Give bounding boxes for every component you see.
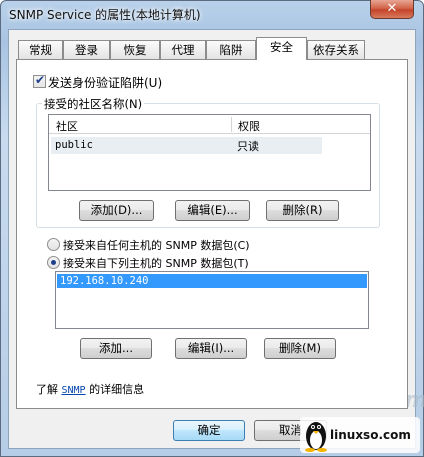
snmp-help-link[interactable]: SNMP (62, 385, 86, 396)
logo-text: linuxso.com (330, 428, 411, 442)
edit-host-button[interactable]: 编辑(I)... (175, 338, 247, 359)
tab-security[interactable]: 安全 (256, 37, 307, 60)
tab-traps[interactable]: 陷阱 (206, 40, 256, 59)
radio-selected-dot (51, 260, 56, 265)
community-cell: public (55, 139, 93, 151)
edit-community-button[interactable]: 编辑(E)... (175, 200, 250, 221)
column-header-rights[interactable]: 权限 (238, 118, 260, 134)
accept-list-host-radio[interactable] (47, 256, 60, 269)
tux-penguin-icon (305, 422, 327, 452)
rights-cell: 只读 (237, 140, 259, 153)
add-host-button[interactable]: 添加... (80, 338, 152, 359)
learn-prefix: 了解 (36, 383, 62, 396)
send-trap-label[interactable]: 发送身份验证陷阱(U) (48, 74, 162, 91)
column-header-community[interactable]: 社区 (56, 118, 78, 134)
remove-community-button[interactable]: 删除(R) (266, 200, 339, 221)
tab-logon[interactable]: 登录 (63, 40, 110, 59)
add-community-button[interactable]: 添加(D)... (79, 200, 154, 221)
list-item[interactable]: 192.168.10.240 (57, 274, 367, 288)
tab-general[interactable]: 常规 (18, 40, 63, 59)
accept-any-host-label[interactable]: 接受来自任何主机的 SNMP 数据包(C) (63, 237, 250, 253)
host-listbox[interactable]: 192.168.10.240 (55, 271, 369, 329)
community-list-header (49, 115, 370, 134)
close-button[interactable]: ✕ (370, 0, 414, 19)
remove-host-button[interactable]: 删除(M) (264, 338, 336, 359)
community-listview[interactable]: 社区 权限 public 只读 (48, 114, 371, 191)
accept-list-host-label[interactable]: 接受来自下列主机的 SNMP 数据包(T) (63, 255, 249, 271)
checkmark-icon: ✔ (35, 73, 46, 87)
table-row[interactable]: public 只读 (51, 137, 322, 154)
send-trap-checkbox[interactable]: ✔ (33, 73, 46, 88)
learn-suffix: 的详细信息 (85, 383, 145, 396)
tab-dependencies[interactable]: 依存关系 (307, 40, 365, 59)
community-group-label: 接受的社区名称(N) (42, 96, 145, 112)
tab-agent[interactable]: 代理 (160, 40, 206, 59)
column-divider (231, 117, 232, 132)
window-title: SNMP Service 的属性(本地计算机) (9, 8, 201, 22)
ok-button[interactable]: 确定 (173, 420, 245, 441)
tab-recovery[interactable]: 恢复 (110, 40, 160, 59)
accept-any-host-radio[interactable] (47, 238, 60, 251)
learn-more-text: 了解 SNMP 的详细信息 (36, 381, 144, 397)
